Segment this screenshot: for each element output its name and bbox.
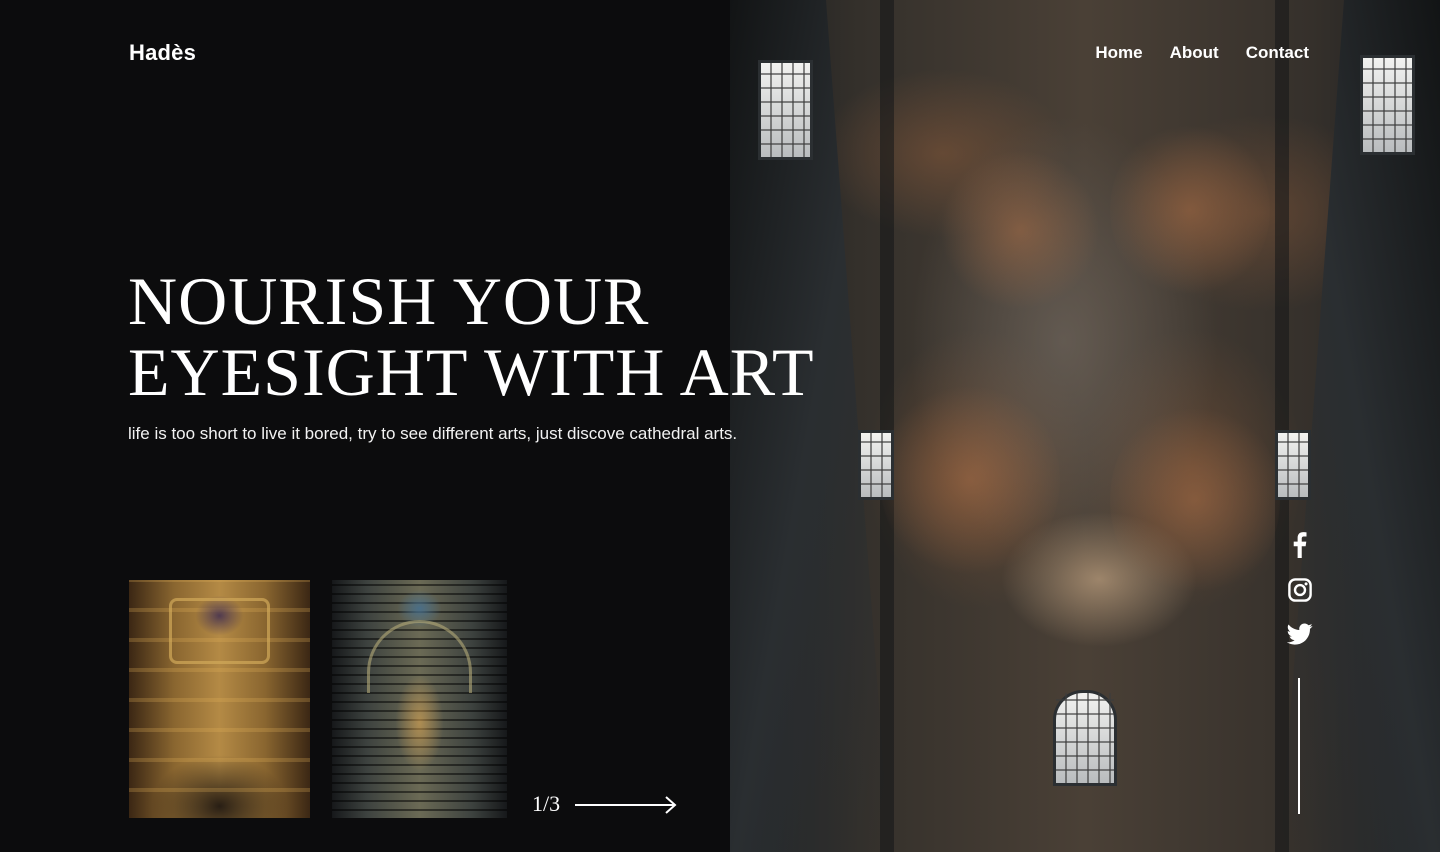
- hero-image-window: [1053, 690, 1117, 786]
- hero-title-line1: NOURISH YOUR: [128, 263, 650, 339]
- nav-about-link[interactable]: About: [1170, 43, 1219, 63]
- social-divider-line: [1298, 678, 1300, 814]
- hero-image-window: [1275, 430, 1311, 500]
- instagram-icon[interactable]: [1287, 577, 1313, 603]
- hero-image-fresco: [1110, 400, 1280, 600]
- hero-subtitle: life is too short to live it bored, try …: [128, 424, 738, 443]
- hero-image-fresco: [940, 150, 1100, 310]
- hero-image-window: [758, 60, 813, 160]
- gallery-thumbnail[interactable]: [129, 580, 310, 818]
- nav-contact-link[interactable]: Contact: [1246, 43, 1309, 63]
- hero-image-fresco: [880, 380, 1060, 580]
- twitter-icon[interactable]: [1287, 621, 1313, 647]
- hero-image-beam: [880, 0, 894, 852]
- hero-image: [730, 0, 1440, 852]
- hero-image-beam: [1275, 0, 1289, 852]
- hero-image-fresco: [1110, 120, 1270, 300]
- slide-counter: 1/3: [532, 791, 561, 816]
- hero-image-window: [1360, 55, 1415, 155]
- hero-title: NOURISH YOUR EYESIGHT WITH ART: [128, 266, 888, 408]
- gallery-thumbnail[interactable]: [332, 580, 507, 818]
- facebook-icon[interactable]: [1287, 532, 1313, 558]
- arrow-right-icon[interactable]: [574, 796, 678, 814]
- logo[interactable]: Hadès: [129, 40, 196, 66]
- hero-title-line2: EYESIGHT WITH ART: [128, 334, 815, 410]
- hero-image-window: [858, 430, 894, 500]
- social-links: [1287, 532, 1313, 647]
- nav-home-link[interactable]: Home: [1095, 43, 1142, 63]
- main-nav: Home About Contact: [1095, 43, 1309, 63]
